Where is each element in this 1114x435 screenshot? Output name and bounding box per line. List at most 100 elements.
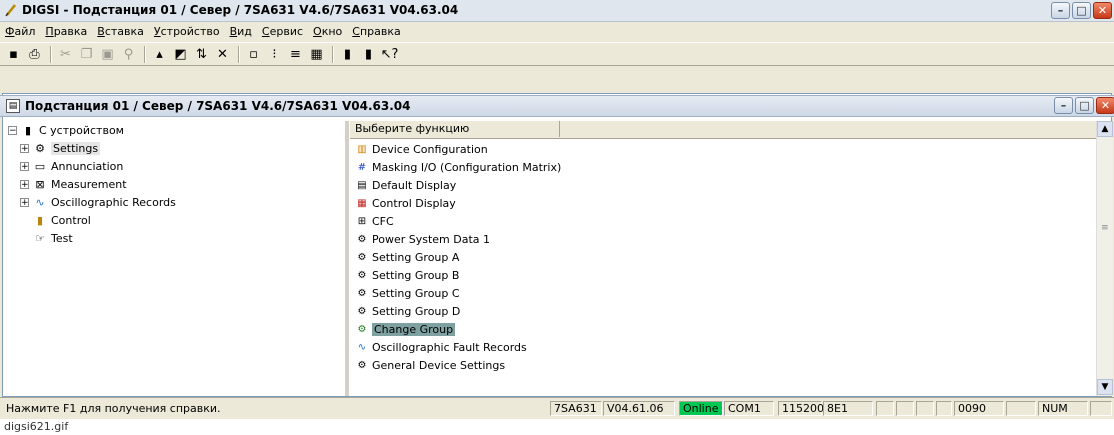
setting-group-icon: ⚙ <box>357 251 367 263</box>
matrix-icon: # <box>357 161 367 173</box>
status-cell <box>916 401 934 416</box>
minimize-icon: – <box>1057 4 1064 17</box>
toolbar-separator <box>238 45 240 63</box>
list-item-label: Change Group <box>372 322 456 336</box>
online-icon[interactable]: ▮ <box>338 45 357 63</box>
close-button[interactable]: ✕ <box>1093 2 1112 19</box>
menu-window[interactable]: Окно <box>308 25 347 38</box>
help-pointer-icon[interactable]: ↖? <box>380 45 399 63</box>
vertical-scrollbar[interactable]: ▲ ≡ ▼ <box>1096 121 1113 396</box>
expand-icon[interactable]: + <box>20 180 29 190</box>
cut-icon[interactable]: ✂ <box>56 45 75 63</box>
paste-icon[interactable]: ▣ <box>98 45 117 63</box>
properties-icon[interactable]: ◩ <box>171 45 190 63</box>
general-settings-icon: ⚙ <box>357 359 367 371</box>
copy-icon[interactable]: ❐ <box>77 45 96 63</box>
size-grip-icon[interactable] <box>1090 401 1112 416</box>
list-item[interactable]: # Masking I/O (Configuration Matrix) <box>354 158 561 176</box>
status-frame: 8E1 <box>823 401 873 416</box>
list-item[interactable]: ⚙ Power System Data 1 <box>354 230 491 248</box>
list-item[interactable]: ⚙ Setting Group B <box>354 266 460 284</box>
tools-icon[interactable]: ✕ <box>213 45 232 63</box>
tree-item-label: Annunciation <box>51 160 124 173</box>
measurement-icon: ⊠ <box>35 178 45 191</box>
format-painter-icon[interactable]: ⚲ <box>119 45 138 63</box>
menu-edit[interactable]: Правка <box>40 25 92 38</box>
maximize-button[interactable]: □ <box>1072 2 1091 19</box>
menu-bar: Файл Правка Вставка Устройство Вид Серви… <box>0 22 1114 40</box>
large-icons-icon[interactable]: ▫ <box>244 45 263 63</box>
connect-icon[interactable]: ⇅ <box>192 45 211 63</box>
list-item[interactable]: ∿ Oscillographic Fault Records <box>354 338 527 356</box>
tree-item-label: Control <box>51 214 91 227</box>
expand-icon[interactable]: + <box>20 144 29 154</box>
tree-root[interactable]: − ▮ С устройством <box>8 122 124 139</box>
menu-file[interactable]: Файл <box>0 25 40 38</box>
list-item[interactable]: ⊞ CFC <box>354 212 394 230</box>
status-cell <box>1006 401 1036 416</box>
menu-tools[interactable]: Сервис <box>257 25 308 38</box>
child-close-button[interactable]: ✕ <box>1096 97 1114 114</box>
scroll-down-button[interactable]: ▼ <box>1097 379 1113 395</box>
tree-item-measurement[interactable]: + ⊠ Measurement <box>20 176 127 193</box>
child-minimize-button[interactable]: – <box>1054 97 1073 114</box>
child-title-bar[interactable]: ▤ Подстанция 01 / Север / 7SA631 V4.6/7S… <box>0 95 1114 117</box>
window-title: DIGSI - Подстанция 01 / Север / 7SA631 V… <box>22 3 459 17</box>
column-header-function[interactable]: Выберите функцию <box>350 121 560 137</box>
title-bar[interactable]: DIGSI - Подстанция 01 / Север / 7SA631 V… <box>0 0 1114 22</box>
list-item[interactable]: ▤ Default Display <box>354 176 456 194</box>
menu-insert[interactable]: Вставка <box>92 25 149 38</box>
change-group-icon: ⚙ <box>357 323 367 335</box>
tree-item-label: Test <box>51 232 73 245</box>
expand-icon[interactable]: + <box>20 162 29 172</box>
status-baud: 115200 <box>778 401 824 416</box>
document-icon: ▤ <box>6 99 20 113</box>
list-item[interactable]: ⚙ Setting Group C <box>354 284 460 302</box>
list-item-label: Control Display <box>372 196 456 210</box>
default-display-icon: ▤ <box>357 179 367 191</box>
list-item[interactable]: ⚙ Setting Group A <box>354 248 460 266</box>
scroll-thumb-grip-icon[interactable]: ≡ <box>1101 223 1109 233</box>
status-cell <box>936 401 952 416</box>
tree-item-annunciation[interactable]: + ▭ Annunciation <box>20 158 123 175</box>
function-list[interactable]: Выберите функцию ▥ Device Configuration … <box>350 121 1100 396</box>
list-item-label: Device Configuration <box>372 142 488 156</box>
save-icon[interactable]: ▪ <box>4 45 23 63</box>
tree-item-oscillographic-records[interactable]: + ∿ Oscillographic Records <box>20 194 176 211</box>
list-view-icon[interactable]: ≡ <box>286 45 305 63</box>
list-item[interactable]: ▥ Device Configuration <box>354 140 488 158</box>
setting-group-icon: ⚙ <box>357 287 367 299</box>
app-window: DIGSI - Подстанция 01 / Север / 7SA631 V… <box>0 0 1114 419</box>
small-icons-icon[interactable]: ⁝ <box>265 45 284 63</box>
list-item[interactable]: ⚙ Setting Group D <box>354 302 461 320</box>
expand-icon[interactable]: + <box>20 198 29 208</box>
list-item[interactable]: ▦ Control Display <box>354 194 456 212</box>
scroll-up-button[interactable]: ▲ <box>1097 121 1113 137</box>
test-icon: ☞ <box>35 232 45 245</box>
list-item[interactable]: ⚙ General Device Settings <box>354 356 506 374</box>
child-title: Подстанция 01 / Север / 7SA631 V4.6/7SA6… <box>25 99 411 113</box>
details-view-icon[interactable]: ▦ <box>307 45 326 63</box>
setting-group-icon: ⚙ <box>357 305 367 317</box>
minimize-button[interactable]: – <box>1051 2 1070 19</box>
device-tree[interactable]: − ▮ С устройством + ⚙ Settings + ▭ Annun… <box>8 121 349 396</box>
child-window-controls: – □ ✕ <box>1054 97 1114 114</box>
tree-item-control[interactable]: ▮ Control <box>32 212 91 229</box>
tree-item-settings[interactable]: + ⚙ Settings <box>20 140 101 157</box>
menu-help[interactable]: Справка <box>347 25 405 38</box>
device-icon[interactable]: ▴ <box>150 45 169 63</box>
list-item-selected[interactable]: ⚙ Change Group <box>354 320 456 338</box>
print-icon[interactable]: ⎙ <box>25 45 44 63</box>
status-version: V04.61.06 <box>603 401 675 416</box>
menu-view[interactable]: Вид <box>225 25 257 38</box>
status-cell <box>896 401 914 416</box>
child-maximize-button[interactable]: □ <box>1075 97 1094 114</box>
status-device: 7SA631 <box>550 401 602 416</box>
list-item-label: Setting Group A <box>372 250 460 264</box>
offline-icon[interactable]: ▮ <box>359 45 378 63</box>
tree-item-test[interactable]: ☞ Test <box>32 230 73 247</box>
menu-device[interactable]: Устройство <box>149 25 225 38</box>
digsi-icon <box>5 4 16 17</box>
device-icon: ▮ <box>24 124 32 137</box>
collapse-icon[interactable]: − <box>8 126 17 136</box>
